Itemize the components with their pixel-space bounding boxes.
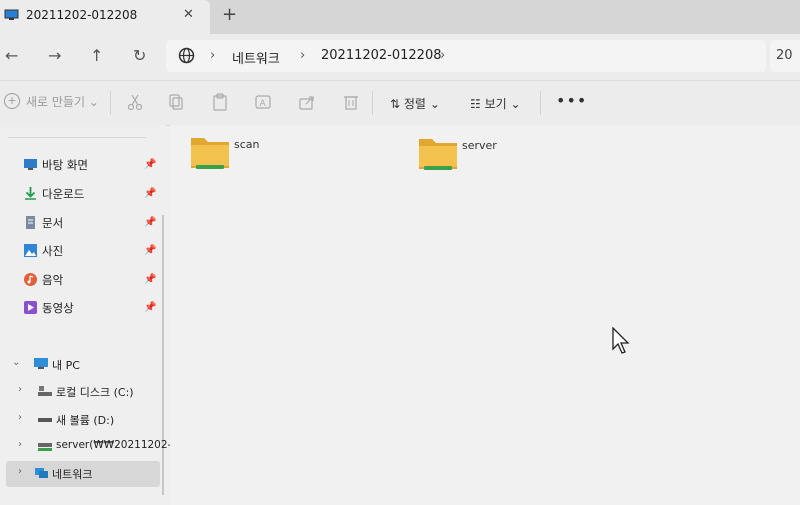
plus-icon: + bbox=[4, 93, 20, 109]
document-icon bbox=[26, 216, 35, 229]
breadcrumb-chevron-icon[interactable]: › bbox=[440, 48, 445, 63]
sidebar-item-desktop[interactable]: 바탕 화면 📌 bbox=[24, 156, 160, 176]
tree-item-network[interactable]: › 네트워크 bbox=[6, 461, 160, 487]
pictures-icon bbox=[24, 244, 37, 257]
paste-icon[interactable] bbox=[211, 93, 229, 111]
new-button-label: 새로 만들기 bbox=[26, 95, 86, 109]
pin-icon[interactable]: 📌 bbox=[144, 159, 156, 170]
mouse-cursor-icon bbox=[612, 327, 630, 354]
tab-title: 20211202-012208 bbox=[26, 8, 138, 22]
desktop-icon bbox=[24, 159, 37, 170]
expander-icon[interactable]: › bbox=[18, 384, 22, 395]
sidebar-item-label: 사진 bbox=[42, 244, 64, 258]
pin-icon[interactable]: 📌 bbox=[144, 217, 156, 228]
network-drive-icon bbox=[38, 443, 52, 451]
tab-close-button[interactable]: ✕ bbox=[183, 7, 194, 22]
sidebar-divider bbox=[8, 137, 146, 138]
chevron-down-icon: ⌄ bbox=[429, 97, 440, 111]
view-button[interactable]: ☷ 보기 ⌄ bbox=[470, 95, 521, 112]
tree-item-this-pc[interactable]: ⌄ 내 PC bbox=[6, 352, 160, 378]
up-button[interactable]: ↑ bbox=[90, 46, 103, 65]
network-globe-icon bbox=[178, 47, 195, 64]
command-bar: + 새로 만들기 ⌄ A ⇅ 정렬 ⌄ ☷ 보기 ⌄ ••• bbox=[0, 80, 800, 126]
breadcrumb-chevron-icon: › bbox=[210, 48, 216, 63]
network-folder-icon bbox=[191, 138, 229, 169]
breadcrumb-chevron-icon: › bbox=[300, 48, 306, 63]
folder-item[interactable]: scan bbox=[190, 134, 320, 184]
download-icon bbox=[25, 187, 36, 200]
expander-icon[interactable]: › bbox=[18, 412, 22, 423]
navigation-pane: 바탕 화면 📌 다운로드 📌 문서 📌 사진 📌 음악 📌 동영상 📌 ⌄ 내 … bbox=[0, 125, 178, 505]
pc-icon bbox=[34, 358, 48, 369]
svg-text:A: A bbox=[260, 99, 267, 109]
folder-name: scan bbox=[234, 138, 260, 151]
file-list: scan server bbox=[170, 125, 800, 505]
forward-button[interactable]: → bbox=[48, 46, 61, 65]
pin-icon[interactable]: 📌 bbox=[144, 188, 156, 199]
sidebar-item-pictures[interactable]: 사진 📌 bbox=[24, 242, 160, 262]
search-input[interactable]: 20 bbox=[776, 48, 793, 63]
cut-icon[interactable] bbox=[126, 93, 144, 111]
sort-icon: ⇅ bbox=[390, 97, 401, 111]
sidebar-item-videos[interactable]: 동영상 📌 bbox=[24, 299, 160, 319]
address-bar[interactable]: › 네트워크 › 20211202-012208 › bbox=[166, 40, 766, 72]
tree-item-label: 내 PC bbox=[52, 359, 80, 372]
sidebar-scrollbar[interactable] bbox=[162, 215, 164, 495]
drive-icon bbox=[38, 418, 52, 422]
folder-name: server bbox=[462, 139, 497, 152]
rename-icon[interactable]: A bbox=[254, 93, 272, 111]
network-icon bbox=[35, 468, 48, 478]
video-icon bbox=[24, 301, 37, 314]
sidebar-item-label: 음악 bbox=[42, 273, 64, 287]
sort-label: 정렬 bbox=[403, 97, 426, 111]
toolbar-divider bbox=[372, 91, 373, 115]
chevron-down-icon: ⌄ bbox=[88, 95, 99, 109]
new-tab-button[interactable]: + bbox=[222, 4, 237, 25]
sidebar-item-documents[interactable]: 문서 📌 bbox=[24, 214, 160, 234]
sort-button[interactable]: ⇅ 정렬 ⌄ bbox=[390, 95, 440, 112]
pin-icon[interactable]: 📌 bbox=[144, 245, 156, 256]
music-icon bbox=[24, 273, 37, 286]
sidebar-item-label: 동영상 bbox=[42, 301, 74, 315]
view-icon: ☷ bbox=[470, 97, 481, 111]
sidebar-item-label: 문서 bbox=[42, 216, 64, 230]
pc-icon bbox=[4, 9, 19, 20]
sidebar-item-label: 바탕 화면 bbox=[42, 158, 88, 172]
sidebar-item-music[interactable]: 음악 📌 bbox=[24, 271, 160, 291]
back-button[interactable]: ← bbox=[5, 46, 18, 65]
pin-icon[interactable]: 📌 bbox=[144, 274, 156, 285]
tree-item-network-drive[interactable]: › server(₩₩20211202-0 bbox=[6, 434, 178, 460]
expander-icon[interactable]: › bbox=[18, 466, 22, 477]
chevron-down-icon: ⌄ bbox=[510, 97, 521, 111]
copy-icon[interactable] bbox=[168, 93, 186, 111]
sidebar-item-label: 다운로드 bbox=[42, 187, 85, 201]
breadcrumb-network[interactable]: 네트워크 bbox=[232, 48, 280, 67]
folder-item[interactable]: server bbox=[418, 135, 548, 185]
share-icon[interactable] bbox=[298, 93, 316, 111]
pin-icon[interactable]: 📌 bbox=[144, 302, 156, 313]
delete-icon[interactable] bbox=[342, 93, 360, 111]
network-folder-icon bbox=[419, 139, 457, 170]
tab-strip: 20211202-012208 ✕ + bbox=[0, 0, 800, 34]
drive-icon bbox=[38, 386, 52, 396]
refresh-button[interactable]: ↻ bbox=[133, 46, 146, 65]
tree-item-drive-c[interactable]: › 로컬 디스크 (C:) bbox=[6, 379, 160, 405]
tree-item-label: 새 볼륨 (D:) bbox=[56, 414, 115, 427]
search-box[interactable]: 20 bbox=[770, 40, 800, 72]
view-label: 보기 bbox=[484, 97, 507, 111]
sidebar-item-downloads[interactable]: 다운로드 📌 bbox=[24, 185, 160, 205]
expander-icon[interactable]: › bbox=[18, 439, 22, 450]
toolbar-divider bbox=[540, 91, 541, 115]
more-options-button[interactable]: ••• bbox=[556, 91, 587, 110]
tree-item-label: server(₩₩20211202-0 bbox=[56, 439, 179, 451]
breadcrumb-folder[interactable]: 20211202-012208 bbox=[321, 48, 442, 63]
tree-item-drive-d[interactable]: › 새 볼륨 (D:) bbox=[6, 407, 160, 433]
tree-item-label: 네트워크 bbox=[52, 468, 93, 481]
toolbar-divider bbox=[110, 91, 111, 115]
tree-item-label: 로컬 디스크 (C:) bbox=[56, 386, 134, 399]
navigation-bar: ← → ↑ ↻ › 네트워크 › 20211202-012208 › 20 bbox=[0, 34, 800, 80]
expander-icon[interactable]: ⌄ bbox=[12, 357, 20, 368]
tab-active[interactable]: 20211202-012208 ✕ bbox=[0, 0, 210, 34]
